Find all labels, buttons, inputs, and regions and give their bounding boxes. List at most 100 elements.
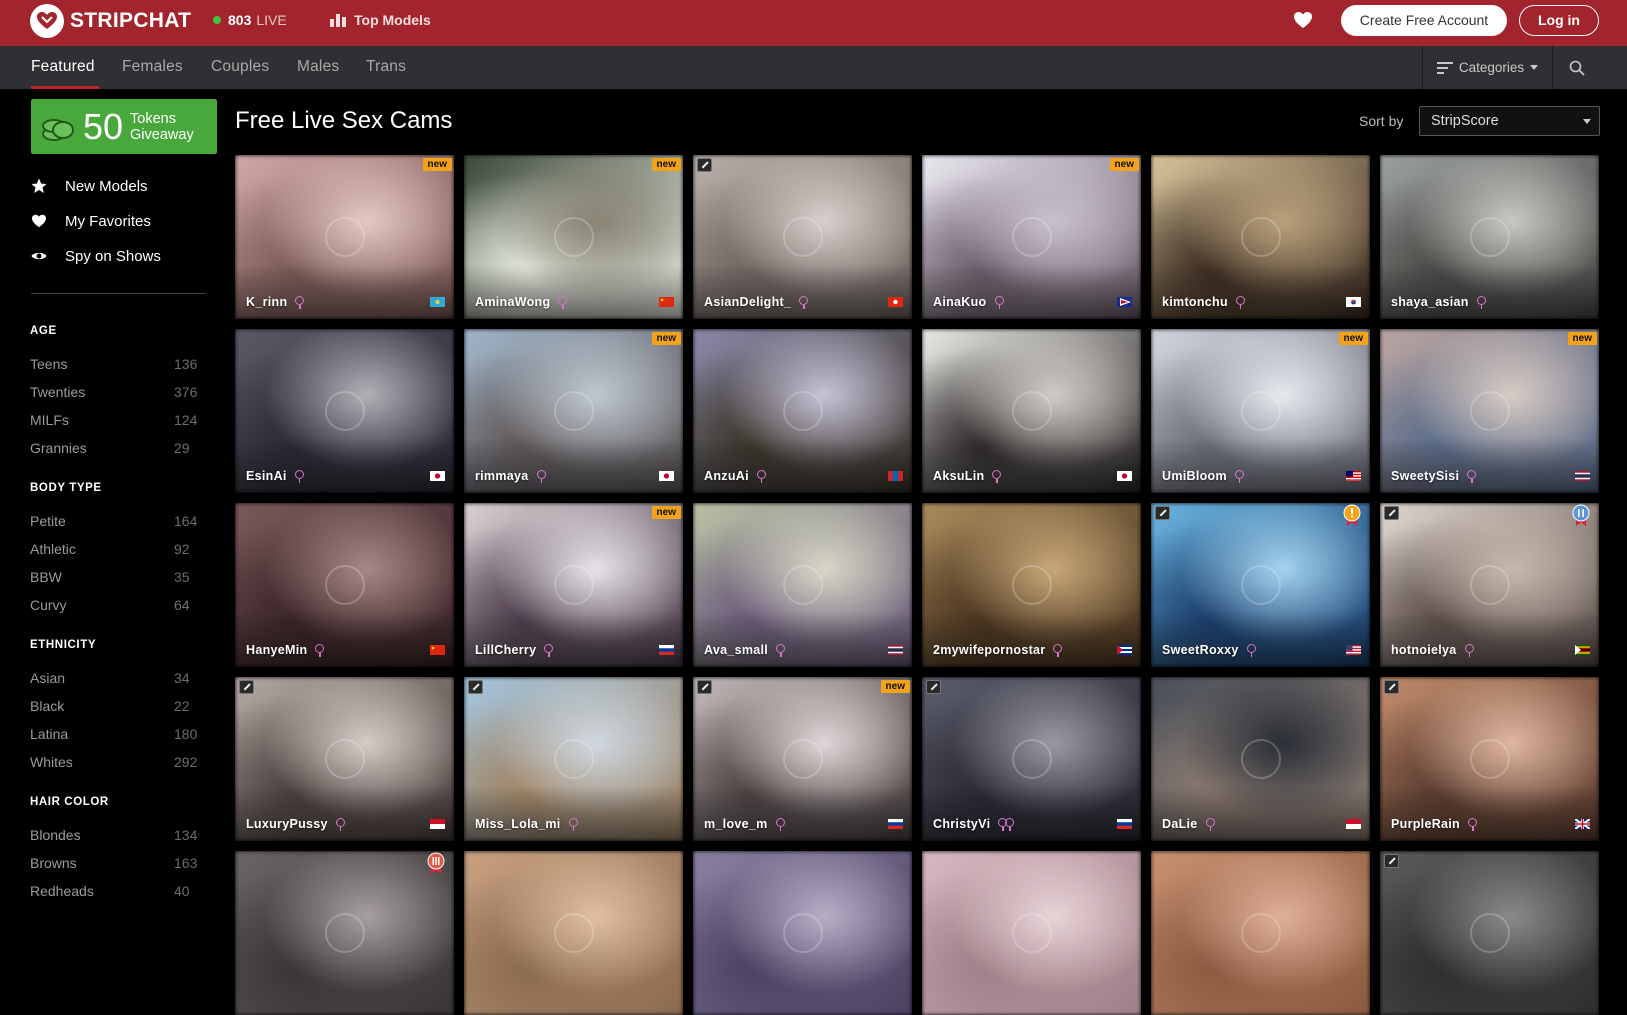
loading-spinner-icon xyxy=(782,391,823,431)
filter-athletic[interactable]: Athletic 92 xyxy=(30,541,198,557)
model-name: LuxuryPussy xyxy=(246,817,346,831)
female-gender-icon xyxy=(544,643,554,657)
loading-spinner-icon xyxy=(1240,739,1281,779)
spy-on-shows-link[interactable]: Spy on Shows xyxy=(31,245,161,267)
model-card[interactable]: kimtonchu xyxy=(1151,155,1370,319)
tab-featured[interactable]: Featured xyxy=(31,58,95,76)
model-card[interactable]: Ava_small xyxy=(693,503,912,667)
filter-blondes[interactable]: Blondes 134 xyxy=(30,827,198,843)
body-type-section-title: BODY TYPE xyxy=(30,482,102,494)
model-card[interactable]: HanyeMin xyxy=(235,503,454,667)
model-card[interactable] xyxy=(693,851,912,1015)
country-flag-icon xyxy=(888,819,903,829)
filter-count: 40 xyxy=(174,883,190,899)
model-card[interactable]: rimmaya new xyxy=(464,329,683,493)
filter-label: Curvy xyxy=(30,597,67,613)
model-card[interactable]: Miss_Lola_mi xyxy=(464,677,683,841)
loading-spinner-icon xyxy=(1011,391,1052,431)
filter-milfs[interactable]: MILFs 124 xyxy=(30,412,198,428)
model-card[interactable]: AnzuAi xyxy=(693,329,912,493)
live-label: LIVE xyxy=(256,12,287,28)
model-name-text: AinaKuo xyxy=(933,295,987,309)
filter-curvy[interactable]: Curvy 64 xyxy=(30,597,198,613)
model-card[interactable]: shaya_asian xyxy=(1380,155,1599,319)
model-name: m_love_m xyxy=(704,817,786,831)
model-card[interactable]: hotnoielya xyxy=(1380,503,1599,667)
model-card[interactable]: m_love_m new xyxy=(693,677,912,841)
card-shade xyxy=(1380,264,1599,319)
model-card[interactable]: 2mywifepornostar xyxy=(922,503,1141,667)
tab-females[interactable]: Females xyxy=(122,58,183,76)
filter-bbw[interactable]: BBW 35 xyxy=(30,569,198,585)
model-name-text: SweetySisi xyxy=(1391,469,1460,483)
model-card[interactable]: SweetySisi new xyxy=(1380,329,1599,493)
filter-label: Athletic xyxy=(30,541,76,557)
model-card[interactable]: DaLie xyxy=(1151,677,1370,841)
category-nav: Featured Females Couples Males Trans Cat… xyxy=(0,46,1627,89)
model-name-text: kimtonchu xyxy=(1162,295,1228,309)
tab-couples[interactable]: Couples xyxy=(211,58,269,76)
model-card[interactable]: UmiBloom new xyxy=(1151,329,1370,493)
model-name-text: LillCherry xyxy=(475,643,537,657)
model-card[interactable] xyxy=(464,851,683,1015)
filter-black[interactable]: Black 22 xyxy=(30,698,198,714)
top-models-link[interactable]: Top Models xyxy=(330,12,431,28)
female-gender-icon xyxy=(1005,817,1015,831)
model-card[interactable] xyxy=(1380,851,1599,1015)
model-card[interactable]: SweetRoxxy xyxy=(1151,503,1370,667)
model-card[interactable]: LillCherry new xyxy=(464,503,683,667)
my-favorites-link[interactable]: My Favorites xyxy=(31,210,151,232)
model-card[interactable] xyxy=(1151,851,1370,1015)
model-card[interactable]: EsinAi xyxy=(235,329,454,493)
logo[interactable]: STRIPCHAT xyxy=(30,4,191,38)
model-card[interactable]: AsianDelight_ xyxy=(693,155,912,319)
heart-icon xyxy=(31,213,47,229)
model-name: UmiBloom xyxy=(1162,469,1245,483)
filter-latina[interactable]: Latina 180 xyxy=(30,726,198,742)
loading-spinner-icon xyxy=(553,217,594,257)
search-button[interactable] xyxy=(1554,46,1600,89)
model-card[interactable]: AinaKuo new xyxy=(922,155,1141,319)
filter-twenties[interactable]: Twenties 376 xyxy=(30,384,198,400)
filter-whites[interactable]: Whites 292 xyxy=(30,754,198,770)
country-flag-icon xyxy=(1346,471,1361,481)
sort-select[interactable]: StripScore xyxy=(1419,106,1600,136)
top-models-label: Top Models xyxy=(354,12,431,28)
filter-asian[interactable]: Asian 34 xyxy=(30,670,198,686)
model-card[interactable]: PurpleRain xyxy=(1380,677,1599,841)
model-card[interactable] xyxy=(922,851,1141,1015)
categories-dropdown[interactable]: Categories xyxy=(1422,46,1553,89)
model-card[interactable]: AksuLin xyxy=(922,329,1141,493)
tokens-giveaway-banner[interactable]: 50 Tokens Giveaway xyxy=(31,99,217,154)
model-name: ChristyVi xyxy=(933,817,1015,831)
tab-trans[interactable]: Trans xyxy=(366,58,406,76)
filter-grannies[interactable]: Grannies 29 xyxy=(30,440,198,456)
create-account-button[interactable]: Create Free Account xyxy=(1341,5,1507,36)
filter-petite[interactable]: Petite 164 xyxy=(30,513,198,529)
model-name-text: shaya_asian xyxy=(1391,295,1469,309)
filter-redheads[interactable]: Redheads 40 xyxy=(30,883,198,899)
loading-spinner-icon xyxy=(1240,217,1281,257)
giveaway-number: 50 xyxy=(83,105,124,147)
tab-males[interactable]: Males xyxy=(297,58,339,76)
model-card[interactable]: K_rinn new xyxy=(235,155,454,319)
new-models-link[interactable]: New Models xyxy=(31,175,148,197)
female-gender-icon xyxy=(568,817,579,831)
model-card[interactable] xyxy=(235,851,454,1015)
hd-pencil-icon xyxy=(1155,506,1170,520)
loading-spinner-icon xyxy=(553,739,594,779)
model-name: AnzuAi xyxy=(704,469,767,483)
login-button[interactable]: Log in xyxy=(1519,5,1599,36)
model-name: SweetRoxxy xyxy=(1162,643,1257,657)
model-card[interactable]: ChristyVi xyxy=(922,677,1141,841)
model-card[interactable]: LuxuryPussy xyxy=(235,677,454,841)
giveaway-line2: Giveaway xyxy=(130,126,194,143)
filter-browns[interactable]: Browns 163 xyxy=(30,855,198,871)
model-card[interactable]: AminaWong new xyxy=(464,155,683,319)
filter-count: 136 xyxy=(174,356,198,372)
new-badge: new xyxy=(1338,332,1368,345)
filter-teens[interactable]: Teens 136 xyxy=(30,356,198,372)
favorites-heart-icon[interactable] xyxy=(1293,11,1315,33)
loading-spinner-icon xyxy=(1469,391,1510,431)
filter-count: 64 xyxy=(174,597,190,613)
